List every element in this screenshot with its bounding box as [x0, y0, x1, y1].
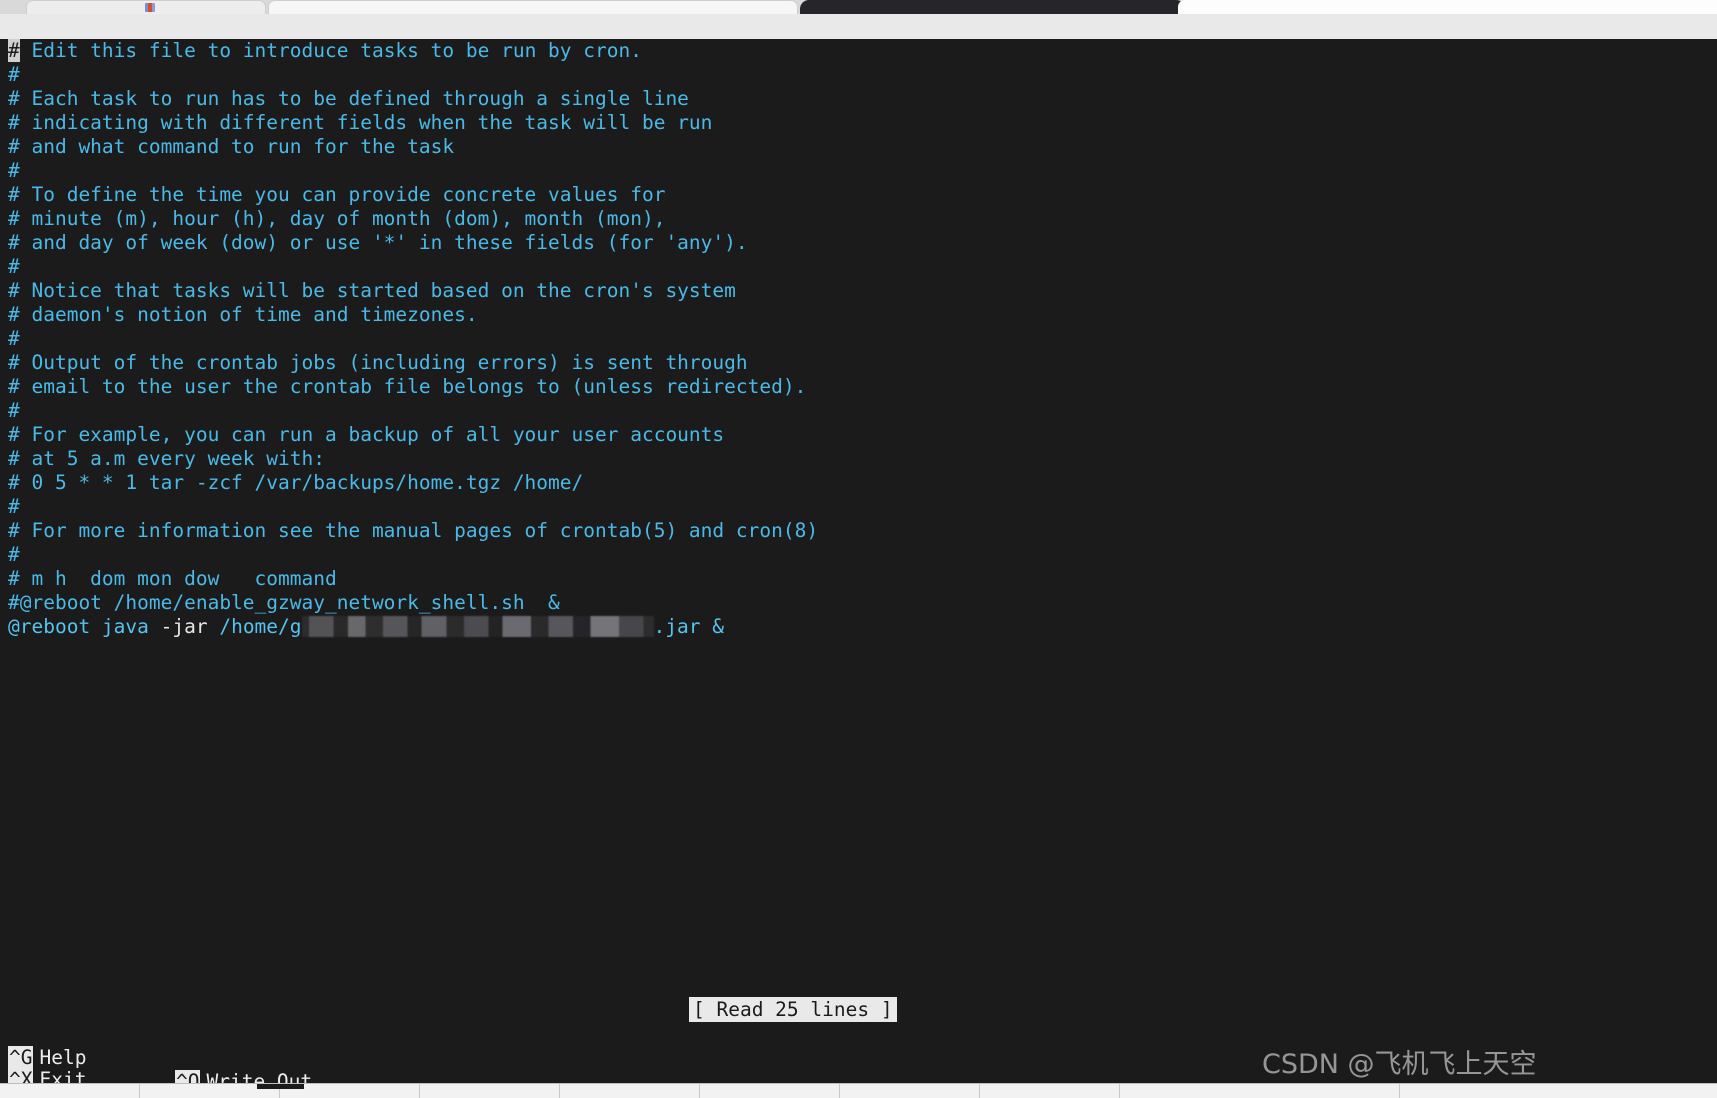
browser-tab-3[interactable]	[1178, 0, 1717, 14]
editor-line-text: # email to the user the crontab file bel…	[8, 375, 807, 398]
taskbar-active-indicator	[257, 1084, 304, 1089]
taskbar-segment[interactable]	[560, 1084, 700, 1098]
editor-line: # email to the user the crontab file bel…	[0, 375, 1717, 399]
editor-line: #	[0, 495, 1717, 519]
editor-line-text: Edit this file to introduce tasks to be …	[19, 39, 642, 62]
browser-tab-active-dark[interactable]	[800, 0, 1185, 14]
editor-line: #	[0, 63, 1717, 87]
editor-line-text: #	[8, 543, 20, 566]
editor-line-text: # and what command to run for the task	[8, 135, 455, 158]
editor-line: #@reboot /home/enable_gzway_network_shel…	[0, 591, 1717, 615]
editor-line: # and day of week (dow) or use '*' in th…	[0, 231, 1717, 255]
editor-line: # For more information see the manual pa…	[0, 519, 1717, 543]
java-line-path-start: /home/g	[207, 615, 302, 638]
taskbar-segment[interactable]	[840, 1084, 980, 1098]
editor-line: # indicating with different fields when …	[0, 111, 1717, 135]
editor-line-text: # Notice that tasks will be started base…	[8, 279, 736, 302]
editor-line-text: # at 5 a.m every week with:	[8, 447, 325, 470]
editor-line: # minute (m), hour (h), day of month (do…	[0, 207, 1717, 231]
editor-line: # To define the time you can provide con…	[0, 183, 1717, 207]
editor-line: # 0 5 * * 1 tar -zcf /var/backups/home.t…	[0, 471, 1717, 495]
editor-line-text: #	[8, 327, 20, 350]
editor-line: #	[0, 399, 1717, 423]
editor-line-text: # For example, you can run a backup of a…	[8, 423, 725, 446]
editor-line-text: #@reboot /home/enable_gzway_network_shel…	[8, 591, 560, 614]
text-cursor: #	[8, 39, 20, 62]
editor-line: # Edit this file to introduce tasks to b…	[0, 39, 1717, 63]
editor-line-text: # Output of the crontab jobs (including …	[8, 351, 748, 374]
favicon-icon	[145, 3, 155, 12]
taskbar-segment[interactable]	[420, 1084, 560, 1098]
editor-line: # For example, you can run a backup of a…	[0, 423, 1717, 447]
os-taskbar	[0, 1083, 1717, 1098]
editor-line-text: #	[8, 399, 20, 422]
redacted-path-block	[301, 616, 654, 637]
taskbar-segment[interactable]	[0, 1084, 140, 1098]
editor-line-text: # daemon's notion of time and timezones.	[8, 303, 478, 326]
editor-line: #	[0, 543, 1717, 567]
taskbar-segment[interactable]	[980, 1084, 1120, 1098]
editor-line-text: #	[8, 159, 20, 182]
editor-line-java: @reboot java -jar /home/g .jar &	[0, 615, 1717, 639]
editor-line-text: # minute (m), hour (h), day of month (do…	[8, 207, 666, 230]
editor-line: # Output of the crontab jobs (including …	[0, 351, 1717, 375]
screen-root: GNU nano 6.2 /tmp/crontab.mElHI1/crontab…	[0, 0, 1717, 1098]
editor-line-text: #	[8, 63, 20, 86]
shortcut-help-bar: ^GHelp ^OWrite Out ^WWhere Is ^KCut ^TEx…	[0, 1022, 1717, 1098]
editor-line-text: # Each task to run has to be defined thr…	[8, 87, 689, 110]
editor-line: # Notice that tasks will be started base…	[0, 279, 1717, 303]
editor-line: # at 5 a.m every week with:	[0, 447, 1717, 471]
shortcut-row-top: ^GHelp ^OWrite Out ^WWhere Is ^KCut ^TEx…	[0, 1022, 1717, 1098]
editor-text-area[interactable]: # Edit this file to introduce tasks to b…	[0, 39, 1717, 997]
taskbar-segment[interactable]	[700, 1084, 840, 1098]
editor-line: # Each task to run has to be defined thr…	[0, 87, 1717, 111]
taskbar-segment[interactable]	[1120, 1084, 1400, 1098]
editor-line: # daemon's notion of time and timezones.	[0, 303, 1717, 327]
editor-line-text: # 0 5 * * 1 tar -zcf /var/backups/home.t…	[8, 471, 584, 494]
editor-line-text: #	[8, 495, 20, 518]
browser-tab-strip	[0, 0, 1717, 14]
java-line-prefix: @reboot java	[8, 615, 161, 638]
editor-line: #	[0, 255, 1717, 279]
editor-line-text: #	[8, 255, 20, 278]
editor-line-text: # To define the time you can provide con…	[8, 183, 666, 206]
editor-line: #	[0, 159, 1717, 183]
editor-line-text: # and day of week (dow) or use '*' in th…	[8, 231, 748, 254]
java-line-flag: -jar	[160, 615, 208, 638]
editor-lines: # Edit this file to introduce tasks to b…	[0, 39, 1717, 615]
java-line-suffix: .jar &	[653, 615, 724, 638]
editor-line: #	[0, 327, 1717, 351]
editor-line: # and what command to run for the task	[0, 135, 1717, 159]
nano-title-bar: GNU nano 6.2 /tmp/crontab.mElHI1/crontab	[0, 14, 1717, 87]
editor-line-text: # indicating with different fields when …	[8, 111, 713, 134]
editor-line-text: # For more information see the manual pa…	[8, 519, 819, 542]
editor-line: # m h dom mon dow command	[0, 567, 1717, 591]
status-message: [ Read 25 lines ]	[689, 997, 897, 1022]
shortcut-row-bottom: ^XExit ^RRead File ^\Replace ^UPaste ^JJ…	[0, 1044, 1717, 1098]
editor-line-text: # m h dom mon dow command	[8, 567, 337, 590]
browser-tab-1[interactable]	[26, 0, 266, 14]
browser-tab-2[interactable]	[268, 0, 798, 14]
